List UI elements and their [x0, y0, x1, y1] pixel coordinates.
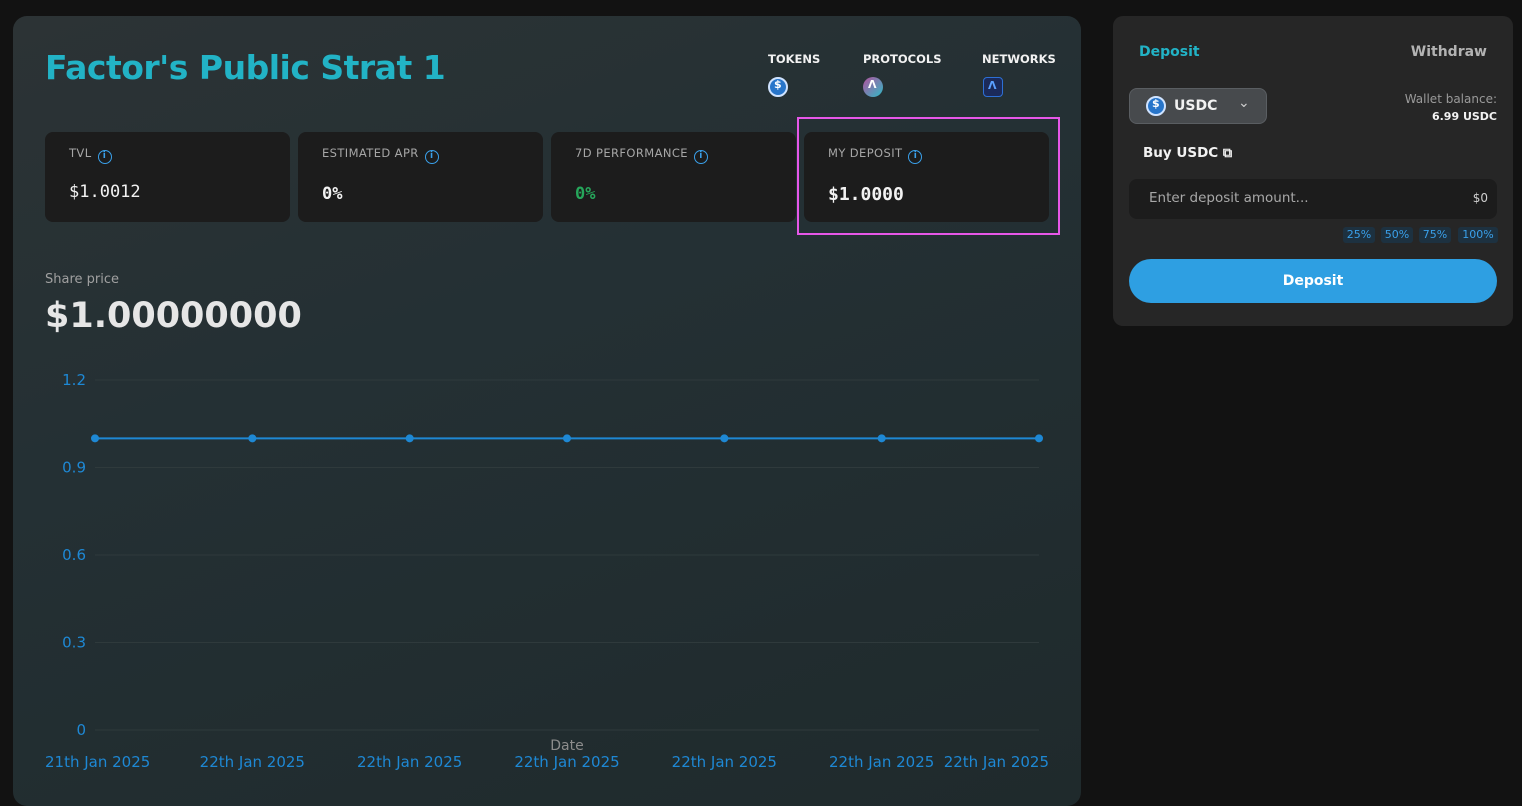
x-tick-label: 22th Jan 2025 — [514, 753, 619, 771]
y-tick-label: 0 — [76, 721, 86, 739]
chevron-down-icon: ⌄ — [1238, 95, 1250, 111]
buy-usdc-link[interactable]: Buy USDC ⧉ — [1143, 145, 1232, 161]
y-tick-label: 0.9 — [62, 459, 86, 477]
x-tick-label: 22th Jan 2025 — [829, 753, 934, 771]
percent-25-button[interactable]: 25% — [1343, 227, 1375, 243]
asset-select[interactable]: $ USDC ⌄ — [1129, 88, 1267, 124]
data-point[interactable] — [720, 434, 729, 443]
deposit-amount-input[interactable]: Enter deposit amount... $0 — [1129, 179, 1497, 219]
x-tick-label: 22th Jan 2025 — [357, 753, 462, 771]
x-tick-label: 22th Jan 2025 — [200, 753, 305, 771]
percent-75-button[interactable]: 75% — [1419, 227, 1451, 243]
strategy-panel: Factor's Public Strat 1 TOKENS $ PROTOCO… — [13, 16, 1081, 806]
y-tick-label: 0.3 — [62, 634, 86, 652]
deposit-usd-value: $0 — [1472, 191, 1488, 205]
share-price-chart: 1.2 0.9 0.6 0.3 0 21th Jan 2025 22th Jan 2025… — [45, 371, 1049, 771]
wallet-balance-label: Wallet balance: — [1404, 92, 1497, 106]
y-tick-label: 1.2 — [62, 371, 86, 389]
data-point[interactable] — [563, 434, 571, 443]
wallet-balance-value: 6.99 USDC — [1431, 110, 1497, 123]
tab-deposit[interactable]: Deposit — [1139, 44, 1200, 60]
percent-100-button[interactable]: 100% — [1458, 227, 1498, 243]
x-tick-label: 22th Jan 2025 — [672, 753, 777, 771]
data-point[interactable] — [877, 434, 886, 443]
data-point[interactable] — [1035, 434, 1043, 443]
usdc-icon: $ — [1146, 96, 1166, 116]
external-link-icon: ⧉ — [1222, 146, 1233, 161]
percent-50-button[interactable]: 50% — [1381, 227, 1413, 243]
x-axis-label: Date — [550, 738, 583, 754]
x-tick-label: 21th Jan 2025 — [45, 753, 150, 771]
data-point[interactable] — [405, 434, 414, 443]
data-point[interactable] — [248, 434, 257, 443]
x-tick-label: 22th Jan 2025 — [944, 753, 1049, 771]
deposit-withdraw-panel: Deposit Withdraw $ USDC ⌄ Wallet balance… — [1113, 16, 1513, 326]
buy-usdc-label: Buy USDC — [1143, 145, 1219, 161]
y-tick-label: 0.6 — [62, 546, 86, 564]
data-point[interactable] — [91, 434, 99, 443]
asset-select-label: USDC — [1174, 98, 1218, 114]
deposit-button[interactable]: Deposit — [1129, 259, 1497, 303]
deposit-amount-placeholder: Enter deposit amount... — [1149, 190, 1309, 206]
tab-withdraw[interactable]: Withdraw — [1411, 44, 1487, 60]
